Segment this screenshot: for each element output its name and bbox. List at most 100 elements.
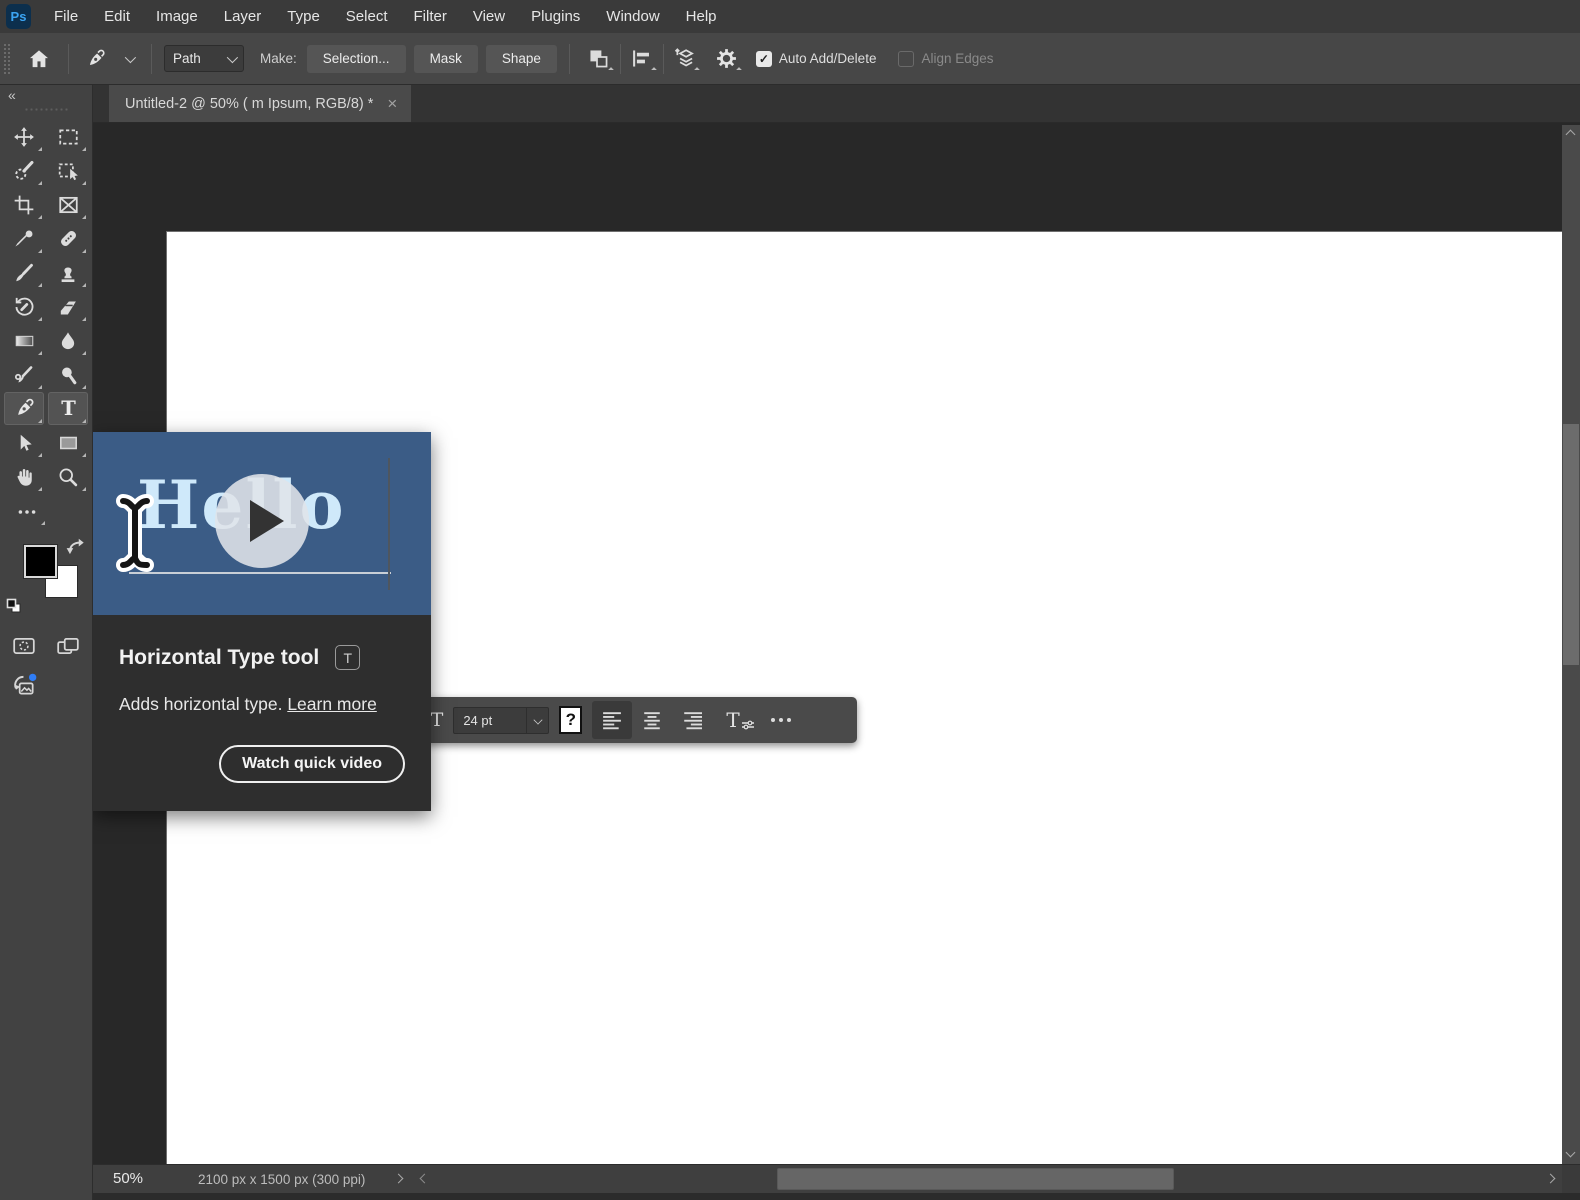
- dodge-tool[interactable]: [48, 358, 88, 391]
- path-operations-icon[interactable]: [582, 42, 616, 76]
- scroll-up-icon[interactable]: [1566, 130, 1576, 140]
- align-left-button[interactable]: [592, 701, 632, 739]
- menu-plugins[interactable]: Plugins: [518, 0, 593, 33]
- type-options-floating-bar: tT 24 pt ? T: [425, 697, 857, 743]
- flyout-arrow: [651, 67, 657, 73]
- menu-view[interactable]: View: [460, 0, 518, 33]
- path-icon-cluster: [582, 42, 702, 76]
- menu-select[interactable]: Select: [333, 0, 401, 33]
- document-info: 2100 px x 1500 px (300 ppi): [198, 1172, 365, 1187]
- font-size-field[interactable]: 24 pt: [453, 707, 549, 734]
- canvas-area[interactable]: tT 24 pt ? T Hello: [93, 123, 1580, 1164]
- menu-type[interactable]: Type: [274, 0, 333, 33]
- watch-quick-video-button[interactable]: Watch quick video: [219, 745, 405, 783]
- menu-filter[interactable]: Filter: [401, 0, 460, 33]
- align-center-button[interactable]: [632, 701, 672, 739]
- make-selection-button[interactable]: Selection...: [307, 45, 406, 73]
- default-colors-icon[interactable]: [6, 598, 22, 619]
- align-right-button[interactable]: [672, 701, 712, 739]
- type-tool[interactable]: T: [48, 392, 88, 425]
- collapse-panel-button[interactable]: «: [8, 87, 14, 103]
- tooltip-description: Adds horizontal type. Learn more: [119, 694, 405, 715]
- pen-preset-chevron[interactable]: [119, 42, 139, 76]
- path-alignment-icon[interactable]: [625, 42, 659, 76]
- align-edges-checkbox: [898, 51, 914, 67]
- menu-items: FileEditImageLayerTypeSelectFilterViewPl…: [41, 0, 730, 33]
- vertical-scroll-thumb[interactable]: [1563, 424, 1579, 665]
- horizontal-scrollbar[interactable]: [438, 1165, 1534, 1193]
- scroll-down-icon[interactable]: [1566, 1148, 1576, 1158]
- document-tab[interactable]: Untitled-2 @ 50% ( m Ipsum, RGB/8) * ×: [109, 85, 411, 122]
- font-size-value: 24 pt: [463, 713, 492, 728]
- auto-add-delete-checkbox[interactable]: ✓: [756, 51, 772, 67]
- type-settings-icon[interactable]: T: [726, 708, 754, 732]
- text-color-swatch[interactable]: ?: [559, 706, 582, 734]
- zoom-tool[interactable]: [48, 460, 88, 493]
- pen-tool-preset-button[interactable]: [81, 42, 111, 76]
- horizontal-scroll-thumb[interactable]: [777, 1168, 1174, 1190]
- edit-toolbar-button[interactable]: [7, 497, 47, 527]
- vertical-scrollbar[interactable]: [1562, 125, 1580, 1164]
- hand-tool[interactable]: [4, 460, 44, 493]
- path-selection-tool[interactable]: [4, 426, 44, 459]
- object-selection-tool[interactable]: [48, 154, 88, 187]
- marquee-tool[interactable]: [48, 120, 88, 153]
- quick-selection-tool[interactable]: [4, 154, 44, 187]
- panel-grip-handle[interactable]: [24, 107, 68, 112]
- eyedropper-tool[interactable]: [4, 222, 44, 255]
- frame-tool[interactable]: [48, 188, 88, 221]
- tool-tip-card: Hello Horizontal Type tool T: [93, 432, 431, 811]
- auto-add-delete-option[interactable]: ✓ Auto Add/Delete: [756, 51, 877, 67]
- document-tab-title: Untitled-2 @ 50% ( m Ipsum, RGB/8) *: [125, 96, 373, 112]
- more-options-icon[interactable]: [771, 718, 791, 722]
- swap-colors-icon[interactable]: [65, 537, 87, 562]
- tool-video-thumbnail[interactable]: Hello: [93, 432, 431, 615]
- shortcut-key-badge: T: [335, 645, 360, 670]
- scroll-left-icon[interactable]: [420, 1174, 430, 1184]
- menu-layer[interactable]: Layer: [211, 0, 275, 33]
- tool-mode-select[interactable]: Path: [164, 45, 244, 72]
- status-popup-icon[interactable]: [394, 1174, 404, 1184]
- screen-mode-button[interactable]: [48, 629, 88, 662]
- rectangle-tool[interactable]: [48, 426, 88, 459]
- zoom-level-value[interactable]: 50%: [113, 1170, 143, 1187]
- learn-more-link[interactable]: Learn more: [287, 694, 377, 714]
- pen-tool[interactable]: [4, 392, 44, 425]
- mixer-brush-tool[interactable]: [4, 358, 44, 391]
- spot-healing-brush-tool[interactable]: [48, 222, 88, 255]
- align-edges-label: Align Edges: [921, 51, 993, 66]
- gradient-tool[interactable]: [4, 324, 44, 357]
- eraser-tool[interactable]: [48, 290, 88, 323]
- gear-icon[interactable]: [710, 42, 744, 76]
- history-brush-tool[interactable]: [4, 290, 44, 323]
- blur-tool[interactable]: [48, 324, 88, 357]
- update-image-notification-icon[interactable]: [4, 668, 44, 701]
- color-swatches: [0, 543, 93, 619]
- flyout-arrow: [694, 67, 700, 73]
- play-button[interactable]: [215, 474, 309, 568]
- make-mask-button[interactable]: Mask: [414, 45, 478, 73]
- make-shape-button[interactable]: Shape: [486, 45, 557, 73]
- status-bar: 50% 2100 px x 1500 px (300 ppi): [93, 1164, 1580, 1193]
- options-grip-handle[interactable]: [4, 44, 10, 74]
- menu-image[interactable]: Image: [143, 0, 211, 33]
- tools-grid: T: [0, 120, 92, 493]
- scroll-right-icon[interactable]: [1546, 1174, 1556, 1184]
- scrollbar-corner: [1562, 1165, 1580, 1193]
- brush-tool[interactable]: [4, 256, 44, 289]
- move-tool[interactable]: [4, 120, 44, 153]
- home-button[interactable]: [22, 42, 56, 76]
- menu-file[interactable]: File: [41, 0, 91, 33]
- path-arrangement-icon[interactable]: [668, 42, 702, 76]
- foreground-color-swatch[interactable]: [24, 545, 57, 578]
- photoshop-logo[interactable]: Ps: [6, 4, 31, 29]
- quick-mask-button[interactable]: [4, 629, 44, 662]
- menu-help[interactable]: Help: [673, 0, 730, 33]
- menu-edit[interactable]: Edit: [91, 0, 143, 33]
- menu-window[interactable]: Window: [593, 0, 672, 33]
- crop-tool[interactable]: [4, 188, 44, 221]
- font-size-dropdown[interactable]: [526, 708, 548, 733]
- close-tab-icon[interactable]: ×: [387, 95, 397, 112]
- document-tab-bar: Untitled-2 @ 50% ( m Ipsum, RGB/8) * ×: [93, 85, 1580, 123]
- clone-stamp-tool[interactable]: [48, 256, 88, 289]
